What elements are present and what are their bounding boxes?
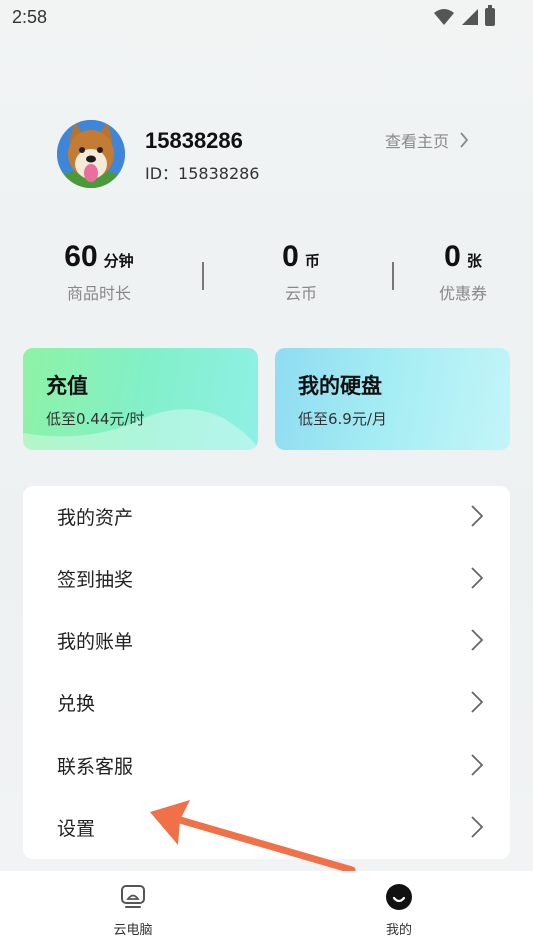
tab-mine-label: 我的 xyxy=(385,923,412,938)
chevron-right-icon xyxy=(471,629,484,651)
stat-divider xyxy=(202,262,204,290)
view-homepage-label: 查看主页 xyxy=(384,132,449,151)
chevron-right-icon xyxy=(471,691,484,713)
status-bar: 2:58 xyxy=(0,0,533,38)
my-disk-title: 我的硬盘 xyxy=(298,374,382,398)
profile-header: 15838286 ID：15838286 查看主页 xyxy=(57,120,497,190)
recharge-subtitle: 低至0.44元/时 xyxy=(46,410,145,428)
user-id: ID：15838286 xyxy=(145,164,260,183)
status-icons xyxy=(433,5,495,26)
menu-item-my-assets[interactable]: 我的资产 xyxy=(23,486,510,548)
recharge-card[interactable]: 充值 低至0.44元/时 xyxy=(23,348,258,450)
menu-item-label: 设置 xyxy=(57,818,96,840)
menu-list: 我的资产 签到抽奖 我的账单 兑换 联系客服 设置 xyxy=(23,486,510,859)
stat-duration-label: 商品时长 xyxy=(66,284,131,303)
menu-item-contact-support[interactable]: 联系客服 xyxy=(23,735,510,797)
stat-coins-label: 云币 xyxy=(284,284,317,303)
stat-coins-unit: 币 xyxy=(304,252,320,270)
stat-duration[interactable]: 60 分钟 商品时长 xyxy=(34,240,164,304)
stat-coins-value: 0 xyxy=(282,240,299,273)
stat-coupons-value: 0 xyxy=(444,240,461,273)
dog-avatar-image xyxy=(57,120,125,188)
stat-coupons-unit: 张 xyxy=(466,252,482,270)
menu-item-label: 签到抽奖 xyxy=(57,569,134,591)
tab-cloud-pc-label: 云电脑 xyxy=(113,923,153,938)
chevron-right-icon xyxy=(471,505,484,527)
menu-item-checkin-lottery[interactable]: 签到抽奖 xyxy=(23,548,510,610)
tab-mine[interactable]: 我的 xyxy=(349,883,449,938)
my-disk-card[interactable]: 我的硬盘 低至6.9元/月 xyxy=(275,348,510,450)
stats-row: 60 分钟 商品时长 0币 云币 0张 优惠券 xyxy=(0,240,533,320)
menu-item-my-bills[interactable]: 我的账单 xyxy=(23,610,510,672)
bottom-tab-bar: 云电脑 我的 xyxy=(0,871,533,947)
stat-duration-unit: 分钟 xyxy=(103,252,134,270)
recharge-title: 充值 xyxy=(46,374,88,398)
status-time: 2:58 xyxy=(12,7,48,27)
signal-icon xyxy=(462,9,478,25)
menu-item-label: 我的账单 xyxy=(57,631,134,653)
stat-coins[interactable]: 0币 云币 xyxy=(236,240,366,304)
stat-divider xyxy=(392,262,394,290)
cloud-pc-icon xyxy=(121,885,145,908)
chevron-right-icon xyxy=(471,816,484,838)
menu-item-settings[interactable]: 设置 xyxy=(23,797,510,859)
battery-icon xyxy=(485,5,495,26)
avatar[interactable] xyxy=(57,120,125,188)
stat-coupons-label: 优惠券 xyxy=(438,284,487,303)
view-homepage-link[interactable]: 查看主页 xyxy=(385,128,469,152)
tab-cloud-pc[interactable]: 云电脑 xyxy=(83,883,183,938)
chevron-right-icon xyxy=(460,132,469,148)
wifi-icon xyxy=(434,9,454,25)
my-disk-subtitle: 低至6.9元/月 xyxy=(298,410,387,428)
chevron-right-icon xyxy=(471,567,484,589)
chevron-right-icon xyxy=(471,754,484,776)
stat-duration-value: 60 xyxy=(64,240,98,273)
menu-item-label: 联系客服 xyxy=(57,756,134,778)
menu-item-label: 我的资产 xyxy=(57,507,134,529)
menu-item-label: 兑换 xyxy=(57,693,96,715)
menu-item-redeem[interactable]: 兑换 xyxy=(23,672,510,734)
stat-coupons[interactable]: 0张 优惠券 xyxy=(398,240,528,304)
username: 15838286 xyxy=(145,128,243,153)
profile-face-icon xyxy=(386,884,412,910)
